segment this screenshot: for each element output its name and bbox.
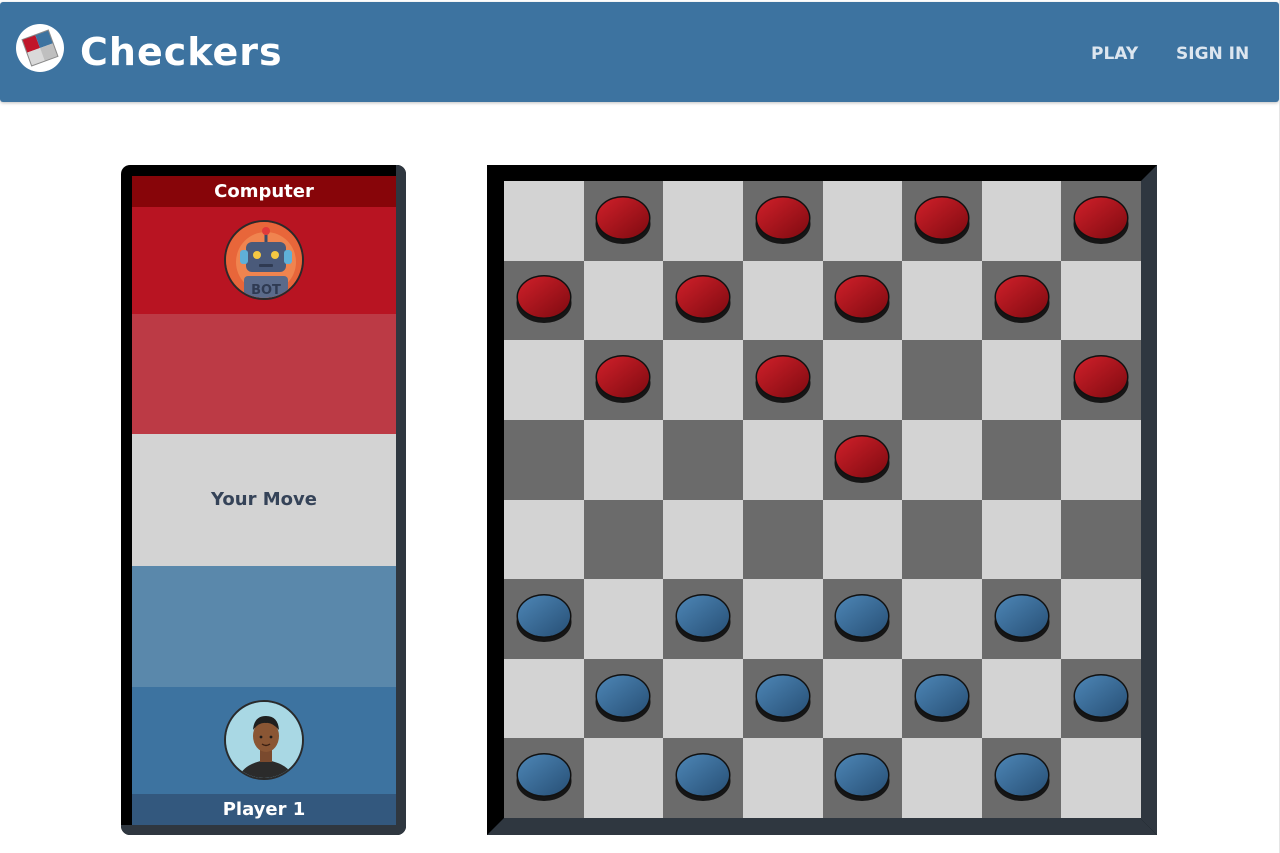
red-checker-piece[interactable] <box>515 273 573 325</box>
board-square[interactable] <box>663 340 744 421</box>
nav-sign-in-link[interactable]: SIGN IN <box>1176 42 1249 66</box>
blue-checker-piece[interactable] <box>833 592 891 644</box>
board-square[interactable] <box>981 181 1062 261</box>
red-checker-piece[interactable] <box>754 194 812 246</box>
red-checker-piece[interactable] <box>993 273 1051 325</box>
board-square[interactable] <box>504 419 584 500</box>
board-square[interactable] <box>663 499 744 580</box>
red-checker-piece[interactable] <box>833 433 891 485</box>
robot-avatar-icon: BOT <box>224 220 304 300</box>
turn-status: Your Move <box>132 434 396 566</box>
player-name: Player 1 <box>132 794 396 825</box>
board-square[interactable] <box>742 738 823 819</box>
board-square[interactable] <box>583 419 664 500</box>
blue-checker-piece[interactable] <box>913 672 971 724</box>
blue-checker-piece[interactable] <box>754 672 812 724</box>
board-square[interactable] <box>504 181 584 261</box>
red-checker-piece[interactable] <box>674 273 732 325</box>
red-checker-piece[interactable] <box>833 273 891 325</box>
checkers-logo-icon[interactable] <box>16 24 64 72</box>
board-square[interactable] <box>583 579 664 660</box>
board-square[interactable] <box>663 419 744 500</box>
board-square[interactable] <box>583 738 664 819</box>
nav-play-link[interactable]: PLAY <box>1091 42 1138 66</box>
board-square[interactable] <box>902 419 983 500</box>
blue-checker-piece[interactable] <box>993 751 1051 803</box>
board-square[interactable] <box>822 181 903 261</box>
board-square[interactable] <box>1061 579 1142 660</box>
blue-checker-piece[interactable] <box>993 592 1051 644</box>
panel-inner: Computer BOT Your Move Player 1 <box>132 176 396 825</box>
blue-checker-piece[interactable] <box>833 751 891 803</box>
red-checker-piece[interactable] <box>913 194 971 246</box>
board-square[interactable] <box>902 340 983 421</box>
board-square[interactable] <box>822 658 903 739</box>
board-square[interactable] <box>981 658 1062 739</box>
board-square[interactable] <box>504 658 584 739</box>
board-square[interactable] <box>583 499 664 580</box>
blue-checker-piece[interactable] <box>674 592 732 644</box>
board-square[interactable] <box>902 499 983 580</box>
board-square[interactable] <box>902 579 983 660</box>
blue-checker-piece[interactable] <box>1072 672 1130 724</box>
board-square[interactable] <box>902 738 983 819</box>
board-square[interactable] <box>742 499 823 580</box>
panel-edge <box>396 165 406 835</box>
red-checker-piece[interactable] <box>594 353 652 405</box>
player-panel: Computer BOT Your Move Player 1 <box>121 165 406 835</box>
red-checker-piece[interactable] <box>594 194 652 246</box>
board-square[interactable] <box>1061 499 1142 580</box>
board-square[interactable] <box>663 658 744 739</box>
panel-edge <box>121 825 406 835</box>
board-square[interactable] <box>742 419 823 500</box>
blue-checker-piece[interactable] <box>515 751 573 803</box>
board-square[interactable] <box>742 260 823 341</box>
opponent-captured-area <box>132 314 396 434</box>
blue-checker-piece[interactable] <box>594 672 652 724</box>
person-avatar-icon <box>224 700 304 780</box>
red-checker-piece[interactable] <box>1072 353 1130 405</box>
board-square[interactable] <box>504 340 584 421</box>
board-square[interactable] <box>822 499 903 580</box>
board-square[interactable] <box>1061 738 1142 819</box>
opponent-avatar-area: BOT <box>132 207 396 314</box>
red-checker-piece[interactable] <box>754 353 812 405</box>
opponent-name: Computer <box>132 176 396 207</box>
player-avatar-area <box>132 687 396 794</box>
board-square[interactable] <box>1061 260 1142 341</box>
board-square[interactable] <box>822 340 903 421</box>
blue-checker-piece[interactable] <box>515 592 573 644</box>
red-checker-piece[interactable] <box>1072 194 1130 246</box>
board-square[interactable] <box>902 260 983 341</box>
board-square[interactable] <box>504 499 584 580</box>
board-square[interactable] <box>981 340 1062 421</box>
board-square[interactable] <box>663 181 744 261</box>
board-square[interactable] <box>981 499 1062 580</box>
board-square[interactable] <box>742 579 823 660</box>
board-square[interactable] <box>1061 419 1142 500</box>
board-square[interactable] <box>583 260 664 341</box>
brand-title[interactable]: Checkers <box>80 28 283 76</box>
player-captured-area <box>132 566 396 687</box>
board-square[interactable] <box>981 419 1062 500</box>
bot-label-text: BOT <box>251 283 281 298</box>
blue-checker-piece[interactable] <box>674 751 732 803</box>
navbar: Checkers PLAY SIGN IN <box>0 2 1279 102</box>
checkers-board <box>504 181 1142 819</box>
